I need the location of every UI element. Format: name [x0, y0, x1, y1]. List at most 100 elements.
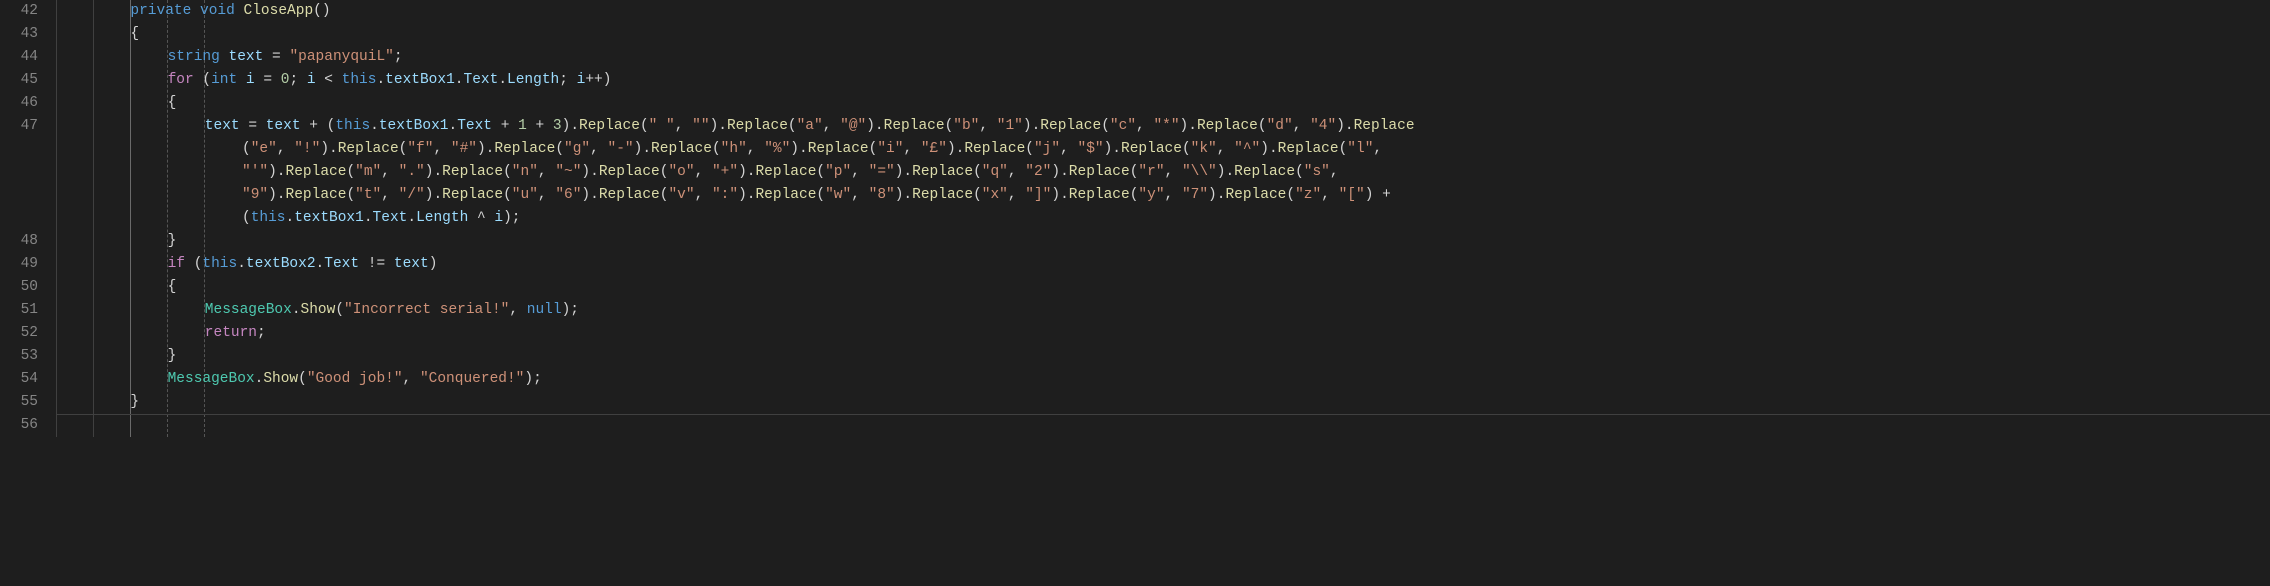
token-fn: Replace: [579, 118, 640, 134]
token-pun: }: [168, 233, 177, 249]
token-fn: Replace: [912, 164, 973, 180]
token-pun: ).: [866, 118, 883, 134]
token-ctrl: if: [168, 256, 185, 272]
token-str: "*": [1153, 118, 1179, 134]
token-pun: {: [130, 26, 139, 42]
token-pun: ).: [1336, 118, 1353, 134]
token-pun: ).: [1023, 118, 1040, 134]
code-line[interactable]: MessageBox.Show("Incorrect serial!", nul…: [56, 299, 2270, 322]
token-fn: Replace: [1354, 118, 1415, 134]
token-pun: ,: [1008, 187, 1025, 203]
code-line[interactable]: private void CloseApp(): [56, 0, 2270, 23]
code-line[interactable]: "'").Replace("m", ".").Replace("n", "~")…: [56, 161, 2270, 184]
code-line[interactable]: for (int i = 0; i < this.textBox1.Text.L…: [56, 69, 2270, 92]
code-line[interactable]: {: [56, 92, 2270, 115]
token-pun: ,: [538, 187, 555, 203]
code-line[interactable]: (this.textBox1.Text.Length ^ i);: [56, 207, 2270, 230]
token-str: "2": [1025, 164, 1051, 180]
token-str: "Good job!": [307, 371, 403, 387]
token-pun: ).: [1208, 187, 1225, 203]
token-fn: Replace: [651, 141, 712, 157]
token-str: "h": [721, 141, 747, 157]
token-fn: Replace: [755, 187, 816, 203]
token-str: "@": [840, 118, 866, 134]
token-pun: ;: [289, 72, 306, 88]
token-pun: ,: [381, 187, 398, 203]
token-str: "t": [355, 187, 381, 203]
code-line[interactable]: {: [56, 23, 2270, 46]
token-pun: (: [346, 187, 355, 203]
code-line[interactable]: string text = "papanyquiL";: [56, 46, 2270, 69]
token-pun: [240, 118, 249, 134]
token-op: ^: [477, 210, 486, 226]
token-pun: (: [1339, 141, 1348, 157]
token-pun: [235, 3, 244, 19]
line-number: 44: [6, 46, 38, 69]
token-ctrl: return: [205, 325, 257, 341]
token-op: =: [263, 72, 272, 88]
token-fn: Replace: [599, 164, 660, 180]
token-fn: Replace: [912, 187, 973, 203]
token-pun: [272, 72, 281, 88]
token-str: "w": [825, 187, 851, 203]
token-pun: ).: [581, 164, 598, 180]
code-line[interactable]: {: [56, 276, 2270, 299]
token-pun: (): [313, 3, 330, 19]
token-pun: ).: [895, 164, 912, 180]
token-pun: ,: [509, 302, 526, 318]
token-pun: ;: [394, 49, 403, 65]
code-line[interactable]: return;: [56, 322, 2270, 345]
code-line[interactable]: MessageBox.Show("Good job!", "Conquered!…: [56, 368, 2270, 391]
token-pun: [316, 72, 325, 88]
token-pun: (: [298, 371, 307, 387]
token-pun: {: [168, 95, 177, 111]
token-str: "£": [921, 141, 947, 157]
token-pun: ).: [425, 164, 442, 180]
token-pun: ,: [433, 141, 450, 157]
token-pun: [359, 256, 368, 272]
method-separator-line: [56, 414, 2270, 415]
token-fn: Replace: [494, 141, 555, 157]
line-number: [6, 138, 38, 161]
code-line[interactable]: if (this.textBox2.Text != text): [56, 253, 2270, 276]
token-prop: Text: [373, 210, 408, 226]
token-pun: ).: [320, 141, 337, 157]
token-op: =: [272, 49, 281, 65]
token-op: +: [309, 118, 318, 134]
code-editor[interactable]: 424344454647484950515253545556 private v…: [0, 0, 2270, 437]
code-line[interactable]: [56, 414, 2270, 437]
code-line[interactable]: }: [56, 230, 2270, 253]
code-line[interactable]: text = text + (this.textBox1.Text + 1 + …: [56, 115, 2270, 138]
code-line[interactable]: ("e", "!").Replace("f", "#").Replace("g"…: [56, 138, 2270, 161]
line-number: 52: [6, 322, 38, 345]
token-pun: [263, 49, 272, 65]
line-number: 54: [6, 368, 38, 391]
token-pun: ): [603, 72, 612, 88]
code-area[interactable]: private void CloseApp() { string text = "p…: [56, 0, 2270, 437]
token-pun: ).: [425, 187, 442, 203]
token-str: "~": [555, 164, 581, 180]
token-str: "q": [982, 164, 1008, 180]
line-number: 51: [6, 299, 38, 322]
token-pun: }: [130, 394, 139, 410]
code-line[interactable]: }: [56, 391, 2270, 414]
token-str: "y": [1138, 187, 1164, 203]
token-str: "Conquered!": [420, 371, 524, 387]
token-var: i: [307, 72, 316, 88]
token-pun: ).: [1051, 187, 1068, 203]
token-pun: (: [816, 187, 825, 203]
token-kw: int: [211, 72, 237, 88]
token-str: "%": [764, 141, 790, 157]
token-pun: ,: [675, 118, 692, 134]
token-pun: [544, 118, 553, 134]
code-line[interactable]: }: [56, 345, 2270, 368]
token-pun: ).: [562, 118, 579, 134]
token-pun: ,: [851, 187, 868, 203]
token-fn: Replace: [286, 164, 347, 180]
token-pun: .: [498, 72, 507, 88]
token-pun: (: [555, 141, 564, 157]
token-var: text: [266, 118, 301, 134]
token-fn: Show: [263, 371, 298, 387]
code-line[interactable]: "9").Replace("t", "/").Replace("u", "6")…: [56, 184, 2270, 207]
token-str: "z": [1295, 187, 1321, 203]
